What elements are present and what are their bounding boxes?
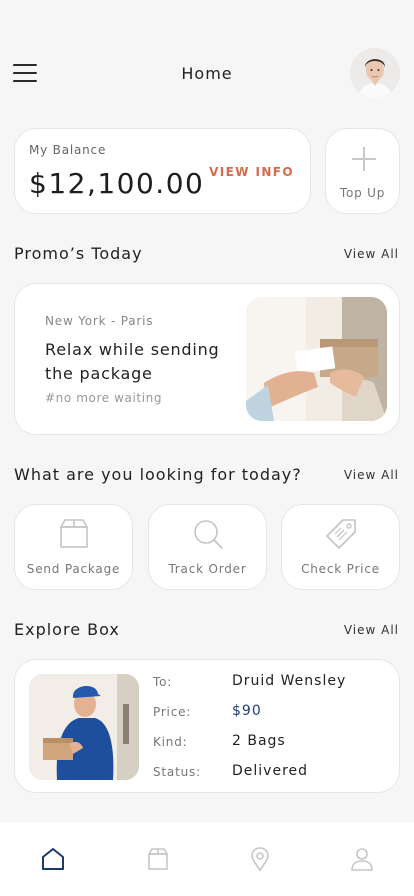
kind-label: Kind: xyxy=(153,735,188,749)
profile-icon[interactable] xyxy=(349,846,375,872)
track-order-button[interactable]: Track Order xyxy=(148,504,267,590)
box-row-kind: Kind: 2 Bags xyxy=(153,733,383,755)
promo-tag: #no more waiting xyxy=(45,391,163,405)
balance-amount: $12,100.00 xyxy=(29,167,205,200)
box-row-status: Status: Delivered xyxy=(153,763,383,785)
view-info-link[interactable]: VIEW INFO xyxy=(209,165,294,179)
price-tag-icon xyxy=(324,517,358,551)
kind-value: 2 Bags xyxy=(232,733,286,749)
package-icon xyxy=(57,517,91,551)
box-row-price: Price: $90 xyxy=(153,703,383,725)
promo-card[interactable]: New York - Paris Relax while sending the… xyxy=(14,283,400,435)
location-pin-icon[interactable] xyxy=(247,846,273,872)
plus-icon xyxy=(352,147,376,171)
top-up-button[interactable]: Top Up xyxy=(325,128,400,214)
check-price-button[interactable]: Check Price xyxy=(281,504,400,590)
bottom-navigation xyxy=(0,822,414,896)
explore-section-title: Explore Box xyxy=(14,620,120,639)
balance-label: My Balance xyxy=(29,143,107,157)
send-package-label: Send Package xyxy=(26,562,121,576)
status-label: Status: xyxy=(153,765,201,779)
price-label: Price: xyxy=(153,705,192,719)
search-icon xyxy=(191,517,225,551)
check-price-label: Check Price xyxy=(301,562,380,576)
balance-card: My Balance $12,100.00 VIEW INFO xyxy=(14,128,311,214)
promo-package-handoff-image xyxy=(246,297,387,421)
recipient-name: Druid Wensley xyxy=(232,673,347,689)
promos-view-all-link[interactable]: View All xyxy=(344,247,399,261)
send-package-button[interactable]: Send Package xyxy=(14,504,133,590)
price-value: $90 xyxy=(232,703,262,719)
services-section-title: What are you looking for today? xyxy=(14,465,302,484)
box-row-to: To: Druid Wensley xyxy=(153,673,383,695)
explore-box-card[interactable]: To: Druid Wensley Price: $90 Kind: 2 Bag… xyxy=(14,659,400,793)
box-icon[interactable] xyxy=(145,846,171,872)
services-view-all-link[interactable]: View All xyxy=(344,468,399,482)
top-up-label: Top Up xyxy=(339,186,386,200)
avatar[interactable] xyxy=(350,48,400,98)
home-icon[interactable] xyxy=(40,846,66,872)
promos-section-title: Promo’s Today xyxy=(14,244,143,263)
to-label: To: xyxy=(153,675,173,689)
promo-headline: Relax while sending the package xyxy=(45,340,220,383)
status-value: Delivered xyxy=(232,763,309,779)
track-order-label: Track Order xyxy=(168,562,247,576)
delivery-courier-image xyxy=(29,674,139,780)
promo-route: New York - Paris xyxy=(45,314,154,328)
app-header: Home xyxy=(0,0,414,110)
explore-view-all-link[interactable]: View All xyxy=(344,623,399,637)
